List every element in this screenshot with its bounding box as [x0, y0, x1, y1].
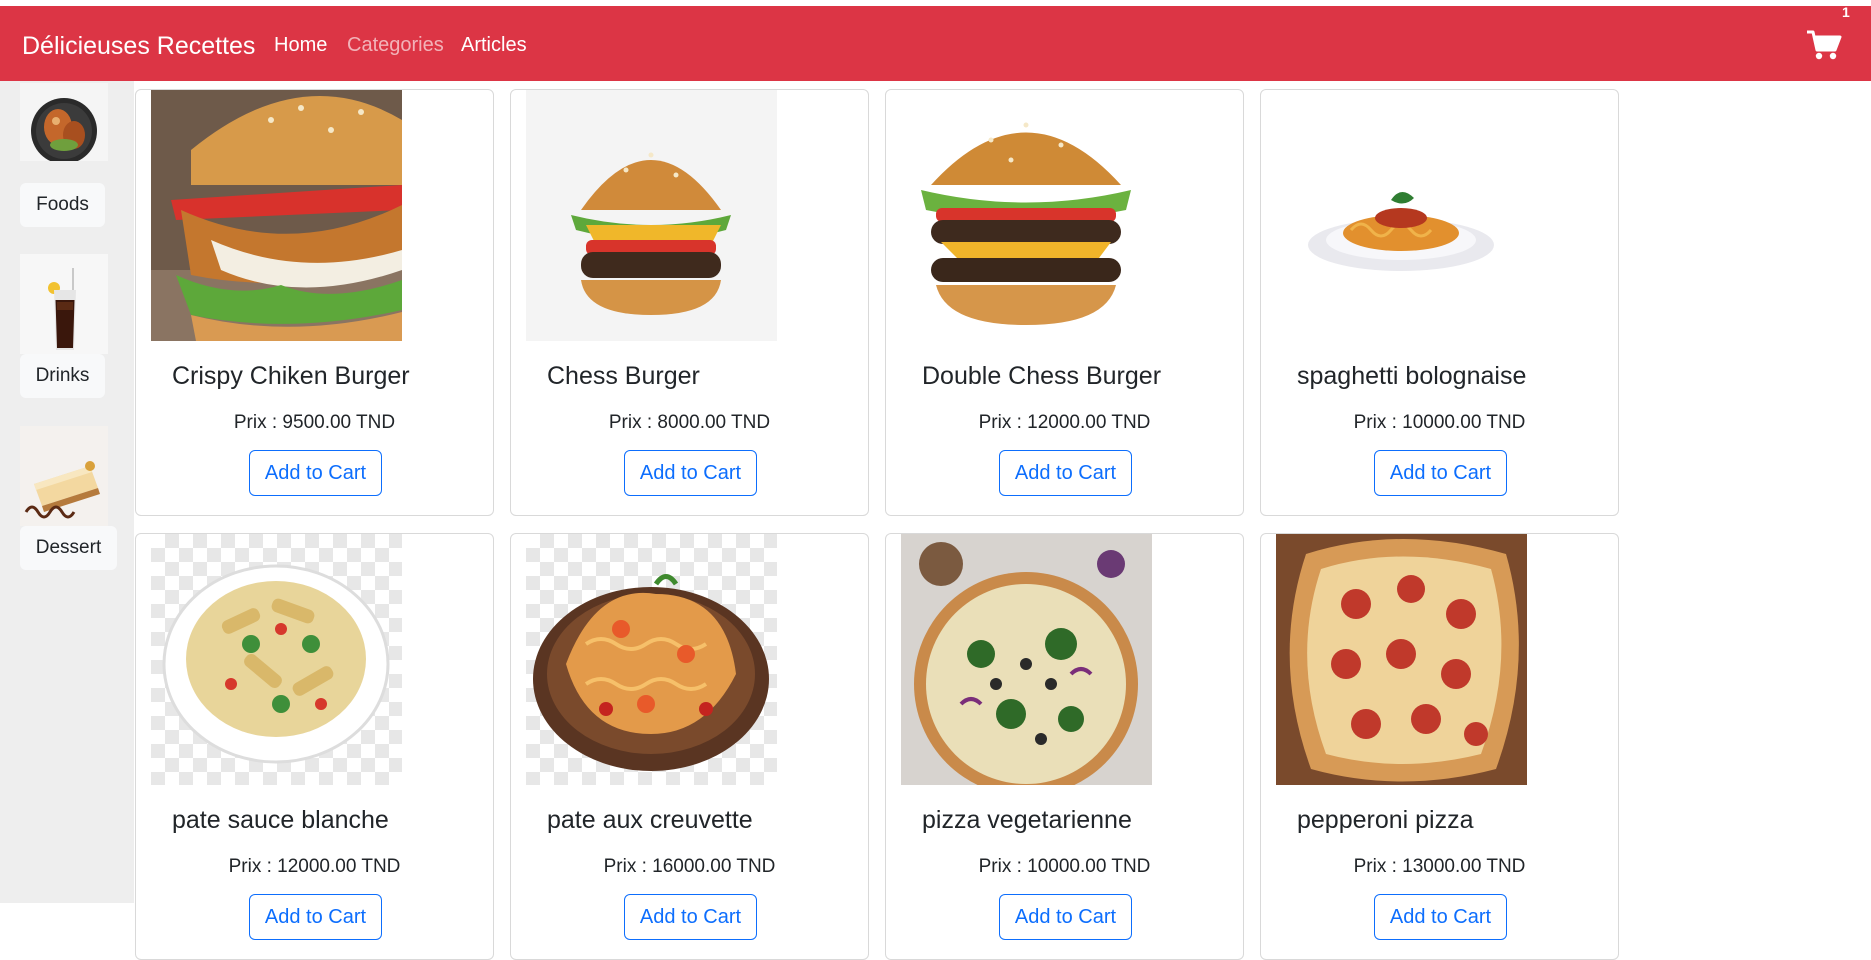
nav-articles-link[interactable]: Articles [461, 34, 527, 57]
shrimp-pasta-image [526, 534, 777, 785]
product-title: pizza vegetarienne [922, 806, 1132, 834]
product-title: pate aux creuvette [547, 806, 753, 834]
add-to-cart-button[interactable]: Add to Cart [1374, 450, 1507, 496]
product-title: pepperoni pizza [1297, 806, 1474, 834]
category-foods-label[interactable]: Foods [20, 183, 105, 227]
navbar: Délicieuses Recettes Home Categories Art… [0, 6, 1871, 81]
product-title: Crispy Chiken Burger [172, 362, 410, 390]
product-card: Chess Burger Prix : 8000.00 TND Add to C… [510, 89, 869, 516]
product-card: pate aux creuvette Prix : 16000.00 TND A… [510, 533, 869, 960]
double-cheese-burger-image [901, 90, 1152, 341]
product-price: Prix : 12000.00 TND [228, 856, 401, 877]
add-to-cart-button[interactable]: Add to Cart [624, 450, 757, 496]
product-card: pate sauce blanche Prix : 12000.00 TND A… [135, 533, 494, 960]
category-dessert-label[interactable]: Dessert [20, 526, 117, 570]
cart-count-badge: 1 [1842, 4, 1850, 20]
add-to-cart-button[interactable]: Add to Cart [624, 894, 757, 940]
cart-icon[interactable] [1806, 28, 1842, 62]
product-title: pate sauce blanche [172, 806, 389, 834]
nav-categories-link[interactable]: Categories [347, 34, 444, 57]
product-price: Prix : 9500.00 TND [233, 412, 396, 433]
product-price: Prix : 13000.00 TND [1353, 856, 1526, 877]
nav-home-link[interactable]: Home [274, 34, 327, 57]
penne-white-sauce-image [151, 534, 402, 785]
product-price: Prix : 10000.00 TND [978, 856, 1151, 877]
category-dessert-image[interactable] [20, 426, 108, 526]
product-price: Prix : 8000.00 TND [608, 412, 771, 433]
product-card: Crispy Chiken Burger Prix : 9500.00 TND … [135, 89, 494, 516]
product-price: Prix : 10000.00 TND [1353, 412, 1526, 433]
product-title: Chess Burger [547, 362, 700, 390]
category-foods-image[interactable] [20, 83, 108, 161]
product-price: Prix : 16000.00 TND [603, 856, 776, 877]
product-title: Double Chess Burger [922, 362, 1162, 390]
product-price: Prix : 12000.00 TND [978, 412, 1151, 433]
pepperoni-pizza-image [1276, 534, 1527, 785]
spaghetti-image [1276, 90, 1527, 341]
add-to-cart-button[interactable]: Add to Cart [999, 450, 1132, 496]
product-card: spaghetti bolognaise Prix : 10000.00 TND… [1260, 89, 1619, 516]
category-drinks-label[interactable]: Drinks [20, 354, 105, 398]
product-card: Double Chess Burger Prix : 12000.00 TND … [885, 89, 1244, 516]
product-card: pepperoni pizza Prix : 13000.00 TND Add … [1260, 533, 1619, 960]
product-card: pizza vegetarienne Prix : 10000.00 TND A… [885, 533, 1244, 960]
add-to-cart-button[interactable]: Add to Cart [249, 894, 382, 940]
product-title: spaghetti bolognaise [1297, 362, 1527, 390]
crispy-chicken-burger-image [151, 90, 402, 341]
add-to-cart-button[interactable]: Add to Cart [1374, 894, 1507, 940]
category-sidebar: Foods Drinks Dessert [0, 81, 134, 903]
category-drinks-image[interactable] [20, 254, 108, 354]
add-to-cart-button[interactable]: Add to Cart [999, 894, 1132, 940]
add-to-cart-button[interactable]: Add to Cart [249, 450, 382, 496]
veggie-pizza-image [901, 534, 1152, 785]
cheese-burger-image [526, 90, 777, 341]
brand-title[interactable]: Délicieuses Recettes [22, 32, 255, 61]
